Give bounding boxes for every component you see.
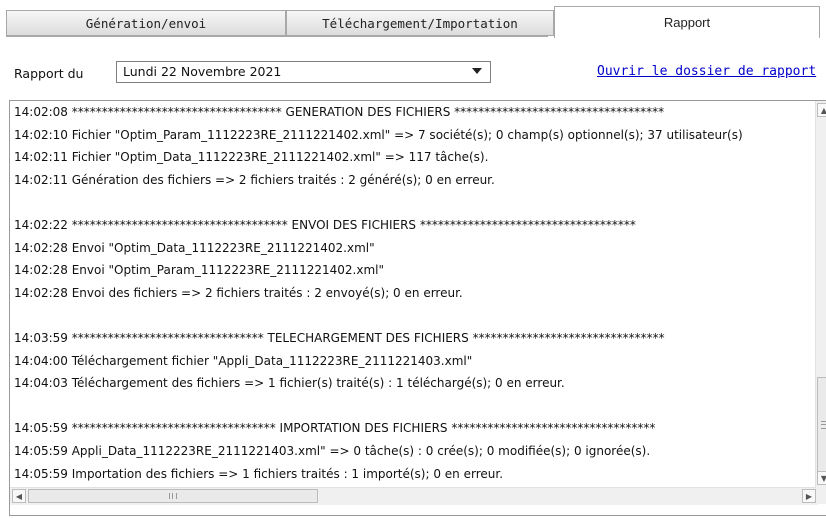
vertical-scrollbar[interactable]: ▲ ▼ xyxy=(815,101,826,487)
chevron-down-icon[interactable] xyxy=(472,68,482,74)
tab-generation-envoi[interactable]: Génération/envoi xyxy=(6,10,286,36)
log-line: 14:05:59 *******************************… xyxy=(14,421,656,436)
log-line: 14:02:28 Envoi des fichiers => 2 fichier… xyxy=(14,285,463,300)
log-line: 14:02:28 Envoi "Optim_Data_1112223RE_211… xyxy=(14,240,375,255)
grip-icon xyxy=(821,421,826,429)
log-line: 14:02:10 Fichier "Optim_Param_1112223RE_… xyxy=(14,127,743,142)
vertical-scroll-thumb[interactable] xyxy=(817,377,826,473)
log-line: 14:02:11 Fichier "Optim_Data_1112223RE_2… xyxy=(14,150,489,165)
log-line: 14:05:59 Appli_Data_1112223RE_2111221403… xyxy=(14,443,651,458)
log-line: 14:02:22 *******************************… xyxy=(14,217,636,232)
tab-rapport[interactable]: Rapport xyxy=(554,6,820,38)
report-date-value: Lundi 22 Novembre 2021 xyxy=(123,64,282,79)
triangle-left-icon: ◀ xyxy=(15,491,23,501)
report-date-select[interactable]: Lundi 22 Novembre 2021 xyxy=(116,61,491,83)
tab-telechargement-importation[interactable]: Téléchargement/Importation xyxy=(286,10,554,36)
tab-bar: Génération/envoi Téléchargement/Importat… xyxy=(6,6,820,38)
horizontal-scroll-thumb[interactable] xyxy=(28,489,318,503)
scroll-down-button[interactable]: ▼ xyxy=(817,471,826,485)
report-log-panel[interactable]: 14:02:08 *******************************… xyxy=(9,100,826,516)
open-report-folder-link[interactable]: Ouvrir le dossier de rapport xyxy=(597,64,816,79)
scroll-up-button[interactable]: ▲ xyxy=(817,103,826,117)
scroll-right-button[interactable]: ▶ xyxy=(802,489,816,503)
scrollbar-corner xyxy=(816,487,826,504)
log-line: 14:02:28 Envoi "Optim_Param_1112223RE_21… xyxy=(14,263,384,278)
log-line: 14:04:03 Téléchargement des fichiers => … xyxy=(14,376,565,391)
log-line: 14:02:08 *******************************… xyxy=(14,105,665,119)
log-line: 14:02:11 Génération des fichiers => 2 fi… xyxy=(14,172,495,187)
log-line: 14:04:00 Téléchargement fichier "Appli_D… xyxy=(14,353,473,368)
tab-divider xyxy=(6,36,548,37)
scroll-left-button[interactable]: ◀ xyxy=(12,489,26,503)
triangle-right-icon: ▶ xyxy=(805,491,813,501)
grip-icon xyxy=(169,493,177,499)
log-line: 14:03:59 *******************************… xyxy=(14,330,665,345)
horizontal-scrollbar[interactable]: ◀ ▶ xyxy=(10,487,818,505)
triangle-down-icon: ▼ xyxy=(820,473,826,483)
report-log-text: 14:02:08 *******************************… xyxy=(14,101,809,487)
log-line: 14:05:59 Importation des fichiers => 1 f… xyxy=(14,466,504,481)
triangle-up-icon: ▲ xyxy=(820,105,826,115)
report-date-label: Rapport du xyxy=(14,66,84,81)
